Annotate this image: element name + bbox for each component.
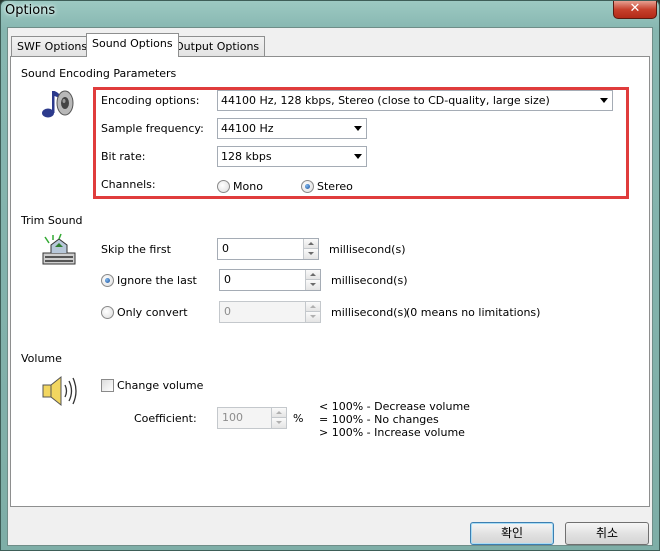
- ignore-last-value: 0: [224, 273, 231, 286]
- mono-radio[interactable]: [217, 180, 230, 193]
- skip-first-label: Skip the first: [101, 243, 171, 256]
- skip-first-value: 0: [222, 242, 229, 255]
- skip-first-unit: millisecond(s): [329, 243, 406, 256]
- spin-up-button[interactable]: [306, 270, 320, 280]
- bit-rate-value: 128 kbps: [221, 150, 272, 163]
- coefficient-spin-buttons: [271, 408, 286, 428]
- ignore-last-radio[interactable]: [101, 274, 114, 287]
- volume-group-title: Volume: [21, 352, 62, 365]
- spin-up-button[interactable]: [304, 239, 318, 249]
- spin-down-button[interactable]: [272, 418, 286, 428]
- sample-frequency-label: Sample frequency:: [101, 122, 204, 135]
- encoding-group-title: Sound Encoding Parameters: [21, 67, 177, 80]
- trim-group-title: Trim Sound: [21, 214, 83, 227]
- ignore-last-label[interactable]: Ignore the last: [117, 274, 197, 287]
- chevron-down-icon: [600, 98, 608, 103]
- only-convert-spinner[interactable]: 0: [219, 301, 321, 323]
- only-convert-radio[interactable]: [101, 306, 114, 319]
- bit-rate-label: Bit rate:: [101, 150, 146, 163]
- ignore-last-spin-buttons: [305, 270, 320, 290]
- sample-frequency-select[interactable]: 44100 Hz: [217, 118, 367, 139]
- bit-rate-select[interactable]: 128 kbps: [217, 146, 367, 167]
- tab-output-options[interactable]: Output Options: [169, 36, 266, 56]
- options-window: Options ✕ SWF Options Sound Options Outp…: [0, 0, 660, 551]
- close-button[interactable]: ✕: [613, 1, 657, 19]
- coefficient-label: Coefficient:: [134, 412, 197, 425]
- spin-up-button[interactable]: [306, 302, 320, 312]
- no-limit-note: (0 means no limitations): [406, 306, 541, 319]
- stereo-label[interactable]: Stereo: [317, 180, 353, 193]
- cancel-button[interactable]: 취소: [565, 522, 649, 545]
- change-volume-label[interactable]: Change volume: [117, 379, 203, 392]
- coefficient-spinner[interactable]: 100: [217, 407, 287, 429]
- mono-label[interactable]: Mono: [233, 180, 263, 193]
- sound-options-page: Sound Encoding Parameters Encoding optio…: [10, 56, 650, 507]
- volume-group-divider: [73, 358, 634, 359]
- spin-down-button[interactable]: [306, 280, 320, 290]
- window-title: Options: [5, 3, 56, 18]
- speaker-volume-icon: [42, 375, 77, 407]
- skip-first-spinner[interactable]: 0: [217, 238, 319, 260]
- volume-legend-decrease: < 100% - Decrease volume: [319, 400, 470, 413]
- encoding-group-divider: [179, 73, 634, 74]
- stereo-radio[interactable]: [301, 180, 314, 193]
- volume-legend-nochange: = 100% - No changes: [319, 413, 439, 426]
- encoding-options-select[interactable]: 44100 Hz, 128 kbps, Stereo (close to CD-…: [217, 90, 613, 111]
- only-convert-label[interactable]: Only convert: [117, 306, 188, 319]
- tab-sound-options[interactable]: Sound Options: [86, 33, 179, 57]
- ignore-last-unit: millisecond(s): [331, 274, 408, 287]
- skip-first-spin-buttons: [303, 239, 318, 259]
- encoding-options-value: 44100 Hz, 128 kbps, Stereo (close to CD-…: [221, 94, 550, 107]
- trim-group-divider: [89, 220, 634, 221]
- change-volume-checkbox[interactable]: [101, 379, 114, 392]
- spin-down-button[interactable]: [306, 312, 320, 322]
- percent-sign: %: [293, 412, 304, 425]
- tab-swf-options[interactable]: SWF Options: [11, 36, 94, 56]
- chevron-down-icon: [354, 154, 362, 159]
- spin-down-button[interactable]: [304, 249, 318, 259]
- volume-legend-increase: > 100% - Increase volume: [319, 426, 465, 439]
- ignore-last-spinner[interactable]: 0: [219, 269, 321, 291]
- coefficient-value: 100: [222, 411, 243, 424]
- ok-button[interactable]: 확인: [470, 522, 554, 545]
- chevron-down-icon: [354, 126, 362, 131]
- only-convert-unit: millisecond(s): [331, 306, 408, 319]
- sample-frequency-value: 44100 Hz: [221, 122, 274, 135]
- spin-up-button[interactable]: [272, 408, 286, 418]
- trim-sound-icon: [42, 233, 76, 265]
- encoding-options-label: Encoding options:: [101, 94, 200, 107]
- dialog-client: SWF Options Sound Options Output Options…: [7, 27, 653, 546]
- speaker-note-icon: [42, 90, 74, 118]
- only-convert-spin-buttons: [305, 302, 320, 322]
- channels-label: Channels:: [101, 178, 156, 191]
- title-bar[interactable]: Options ✕: [1, 1, 659, 23]
- only-convert-value: 0: [224, 305, 231, 318]
